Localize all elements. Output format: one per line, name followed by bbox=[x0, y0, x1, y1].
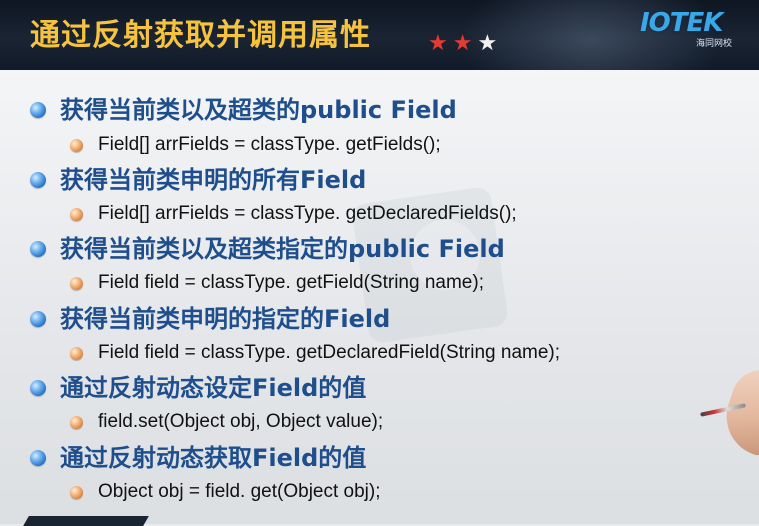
list-subitem: Object obj = field. get(Object obj); bbox=[98, 481, 381, 502]
bullet-icon bbox=[30, 241, 46, 257]
sub-bullet-icon bbox=[70, 139, 83, 152]
bullet-icon bbox=[30, 380, 46, 396]
bullet-list: 获得当前类以及超类的public Field Field[] arrFields… bbox=[0, 0, 759, 524]
list-item: 获得当前类申明的所有Field bbox=[60, 166, 367, 194]
bullet-icon bbox=[30, 450, 46, 466]
list-subitem: Field field = classType. getField(String… bbox=[98, 272, 484, 293]
list-item: 获得当前类申明的指定的Field bbox=[60, 305, 391, 333]
sub-bullet-icon bbox=[70, 208, 83, 221]
list-item: 通过反射动态设定Field的值 bbox=[60, 374, 367, 402]
list-subitem: Field[] arrFields = classType. getFields… bbox=[98, 134, 441, 155]
sub-bullet-icon bbox=[70, 486, 83, 499]
list-subitem: field.set(Object obj, Object value); bbox=[98, 411, 384, 432]
bullet-icon bbox=[30, 311, 46, 327]
bullet-icon bbox=[30, 172, 46, 188]
sub-bullet-icon bbox=[70, 277, 83, 290]
list-subitem: Field[] arrFields = classType. getDeclar… bbox=[98, 203, 517, 224]
bullet-icon bbox=[30, 102, 46, 118]
list-subitem: Field field = classType. getDeclaredFiel… bbox=[98, 342, 561, 363]
sub-bullet-icon bbox=[70, 416, 83, 429]
sub-bullet-icon bbox=[70, 347, 83, 360]
list-item: 获得当前类以及超类的public Field bbox=[60, 96, 457, 124]
list-item: 获得当前类以及超类指定的public Field bbox=[60, 235, 505, 263]
bottom-decoration bbox=[23, 516, 149, 526]
list-item: 通过反射动态获取Field的值 bbox=[60, 444, 367, 472]
